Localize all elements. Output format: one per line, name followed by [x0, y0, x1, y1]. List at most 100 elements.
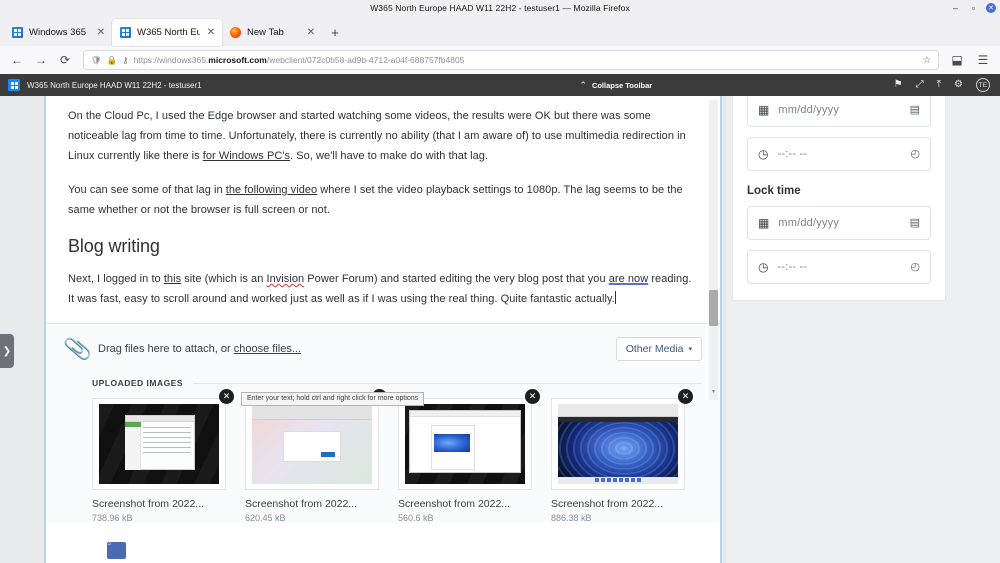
tooltip-text: Enter your text; hold ctrl and right cli…	[247, 395, 419, 402]
tab-label: W365 North Europe HAAD	[137, 27, 200, 38]
editor-scrollbar-track[interactable]	[709, 100, 718, 400]
other-media-label: Other Media	[625, 343, 684, 355]
list-item[interactable]: ✕ Screenshot from 2022... 620.45 kB	[245, 389, 387, 523]
time-field-top[interactable]: ◷ --:-- -- ◴	[747, 137, 931, 171]
chevron-right-icon: ❯	[2, 345, 12, 357]
thumbnail-image[interactable]	[398, 398, 532, 490]
attachment-name: Screenshot from 2022...	[398, 498, 511, 510]
w365-session-info: W365 North Europe HAAD W11 22H2 - testus…	[8, 79, 338, 91]
clock-picker-icon[interactable]: ◴	[910, 148, 920, 160]
scroll-down-arrow-icon[interactable]: ▾	[709, 388, 718, 395]
remove-attachment-icon[interactable]: ✕	[525, 389, 540, 404]
remove-attachment-icon[interactable]: ✕	[219, 389, 234, 404]
forum-page: On the Cloud Pc, I used the Edge browser…	[44, 96, 722, 563]
pin-icon[interactable]: ⚑	[894, 80, 903, 90]
remove-attachment-icon[interactable]: ✕	[678, 389, 693, 404]
session-title: W365 North Europe HAAD W11 22H2 - testus…	[27, 80, 202, 90]
bookmark-star-icon[interactable]: ☆	[922, 55, 931, 66]
attachment-size: 560.6 kB	[398, 513, 434, 523]
upload-icon[interactable]: ⤒	[937, 80, 941, 90]
editor-tooltip: Enter your text; hold ctrl and right cli…	[241, 392, 425, 407]
attachment-size: 738.96 kB	[92, 513, 133, 523]
date-field-top[interactable]: ▦ mm/dd/yyyy ▤	[747, 96, 931, 127]
clock-picker-icon[interactable]: ◴	[910, 261, 920, 273]
text-caret	[615, 291, 617, 304]
date-input[interactable]: mm/dd/yyyy	[778, 104, 900, 116]
clock-icon: ◷	[758, 147, 769, 161]
drop-hint: Drag files here to attach, or choose fil…	[98, 343, 301, 355]
schedule-form: ▦ mm/dd/yyyy ▤ ◷ --:-- -- ◴ Lock time ▦ …	[732, 96, 946, 301]
chevron-up-icon: ⌃	[579, 79, 587, 90]
w365-toolbar: W365 North Europe HAAD W11 22H2 - testus…	[0, 74, 1000, 96]
reload-icon[interactable]: ⟳	[54, 49, 76, 71]
right-panel: ▦ mm/dd/yyyy ▤ ◷ --:-- -- ◴ Lock time ▦ …	[726, 96, 1000, 563]
lock-icon[interactable]: 🔒	[107, 56, 118, 65]
list-item[interactable]: ✕ Screenshot from 2022... 886.38 kB	[551, 389, 693, 523]
tab-label: New Tab	[247, 27, 284, 38]
uploaded-images-list: ✕ Screenshot from 2022... 738.96 kB Scre…	[64, 389, 702, 523]
app-menu-icon[interactable]: ☰	[972, 49, 994, 71]
shield-icon[interactable]: 🛡	[91, 56, 102, 65]
attachment-zone[interactable]: 📎 Drag files here to attach, or choose f…	[46, 323, 720, 523]
link-the-following-video[interactable]: the following video	[226, 184, 317, 196]
toolbar-actions: ⬓ ☰	[946, 49, 994, 71]
link-for-windows-pcs[interactable]: for Windows PC's	[203, 150, 290, 162]
key-icon[interactable]: ⚷	[122, 56, 128, 65]
forward-icon[interactable]: →	[30, 49, 52, 71]
lock-time-input[interactable]: --:-- --	[777, 261, 901, 273]
calendar-icon: ▦	[758, 216, 770, 230]
tab-w365-north-europe[interactable]: W365 North Europe HAAD ✕	[112, 19, 222, 46]
pocket-icon[interactable]: ⬓	[946, 49, 968, 71]
editor-scrollbar-thumb[interactable]	[709, 290, 718, 326]
back-icon[interactable]: ←	[6, 49, 28, 71]
lock-time-field[interactable]: ◷ --:-- -- ◴	[747, 250, 931, 284]
grammar-flagged-text: are now	[608, 273, 649, 285]
list-item[interactable]: ✕ Screenshot from 2022... 560.6 kB	[398, 389, 540, 523]
choose-files-link[interactable]: choose files...	[234, 343, 301, 355]
uploaded-images-header: UPLOADED IMAGES	[92, 378, 702, 388]
thumbnail-image[interactable]	[551, 398, 685, 490]
tab-new-tab[interactable]: New Tab ✕	[222, 19, 322, 46]
tab-label: Windows 365	[29, 27, 87, 38]
settings-gear-icon[interactable]: ⚙	[954, 80, 963, 90]
url-text: https://windows365.microsoft.com/webclie…	[133, 55, 465, 65]
paragraph-2: You can see some of that lag in the foll…	[68, 184, 683, 216]
paragraph-1: On the Cloud Pc, I used the Edge browser…	[68, 110, 686, 162]
minimize-button[interactable]: –	[950, 3, 961, 14]
time-input[interactable]: --:-- --	[777, 148, 901, 160]
uploaded-images-label: UPLOADED IMAGES	[92, 378, 184, 388]
close-icon[interactable]: ✕	[306, 27, 316, 38]
link-this[interactable]: this	[164, 273, 181, 285]
thumbnail-image[interactable]	[245, 398, 379, 490]
post-editor[interactable]: On the Cloud Pc, I used the Edge browser…	[46, 96, 720, 400]
list-item[interactable]: ✕ Screenshot from 2022... 738.96 kB	[92, 389, 234, 523]
taskbar-window-group-icon[interactable]	[107, 541, 126, 559]
close-icon[interactable]: ✕	[206, 27, 216, 38]
paperclip-icon: 📎	[62, 334, 93, 364]
close-icon[interactable]: ✕	[96, 27, 106, 38]
thumbnail-image[interactable]	[92, 398, 226, 490]
avatar[interactable]: TE	[976, 78, 990, 92]
calendar-picker-icon[interactable]: ▤	[910, 217, 920, 229]
sidebar-expand-handle[interactable]: ❯	[0, 334, 14, 368]
url-bar[interactable]: 🛡 🔒 ⚷ https://windows365.microsoft.com/w…	[83, 50, 939, 70]
remote-desktop-canvas[interactable]: ❯ On the Cloud Pc, I used the Edge brows…	[0, 96, 1000, 563]
attachment-name: Screenshot from 2022...	[551, 498, 664, 510]
collapse-toolbar-button[interactable]: ⌃ Collapse Toolbar	[338, 79, 894, 90]
misspelled-word: Invision	[266, 273, 305, 285]
lock-time-label: Lock time	[747, 185, 801, 197]
other-media-button[interactable]: Other Media ▾	[615, 337, 702, 361]
maximize-button[interactable]: ▫	[968, 3, 979, 14]
fullscreen-icon[interactable]: ⤢	[916, 80, 924, 90]
attachment-name: Screenshot from 2022...	[245, 498, 358, 510]
tab-strip: Windows 365 ✕ W365 North Europe HAAD ✕ N…	[0, 16, 1000, 46]
tab-windows365[interactable]: Windows 365 ✕	[4, 19, 112, 46]
titlebar: W365 North Europe HAAD W11 22H2 - testus…	[0, 0, 1000, 16]
windows365-icon	[120, 27, 131, 38]
close-button[interactable]: ✕	[986, 3, 996, 13]
new-tab-button[interactable]: +	[322, 19, 348, 46]
calendar-picker-icon[interactable]: ▤	[910, 104, 920, 116]
attachment-name: Screenshot from 2022...	[92, 498, 205, 510]
lock-date-field[interactable]: ▦ mm/dd/yyyy ▤	[747, 206, 931, 240]
lock-date-input[interactable]: mm/dd/yyyy	[778, 217, 900, 229]
